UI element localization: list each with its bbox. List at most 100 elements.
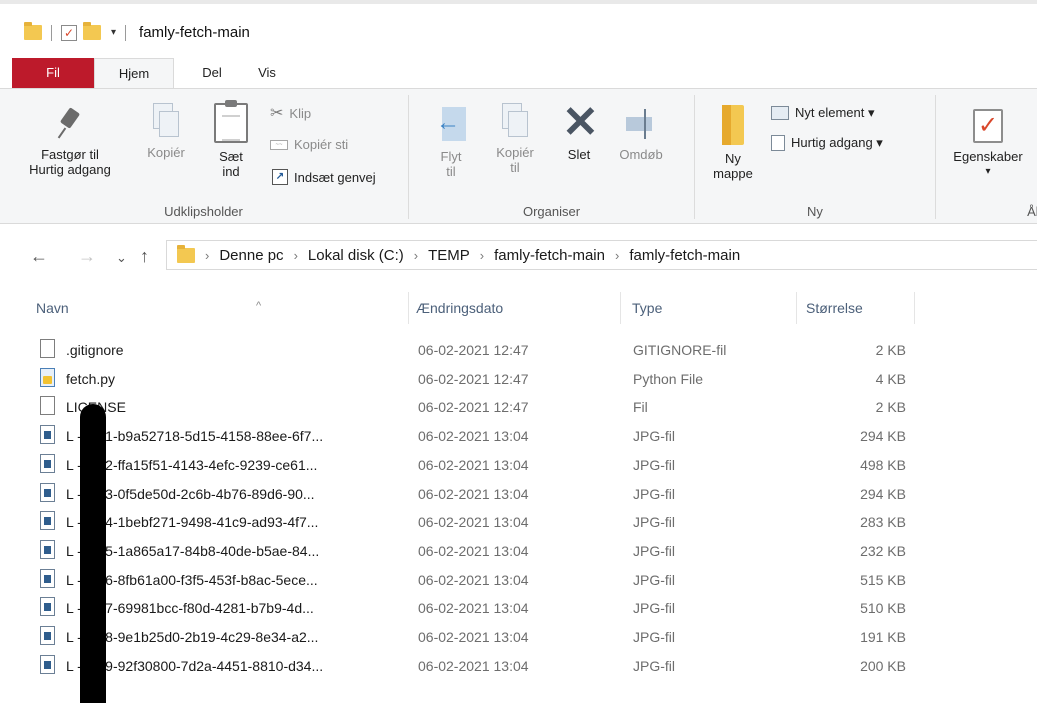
breadcrumb-separator-icon[interactable]: › [414,248,418,263]
pin-icon [55,107,85,141]
shortcut-icon: ↗ [272,169,288,185]
column-divider[interactable] [620,292,621,324]
move-to-icon [434,107,468,143]
organize-group-label: Organiser [522,204,581,219]
file-size: 232 KB [860,542,906,559]
file-row[interactable]: L -0006-8fb61a00-f3f5-453f-b8ac-5ece... 0… [0,566,1037,594]
file-row[interactable]: L -0008-9e1b25d0-2b19-4c29-8e34-a2... 06-… [0,623,1037,651]
column-header-name[interactable]: Navn ^ [36,288,406,328]
new-folder-button[interactable]: Ny mappe [709,105,757,181]
back-button[interactable]: ← [30,246,48,267]
window-title: famly-fetch-main [139,24,250,41]
file-row[interactable]: L -0007-69981bcc-f80d-4281-b7b9-4d... 06-… [0,594,1037,622]
breadcrumb-famly-fetch-main-current[interactable]: famly-fetch-main [629,247,740,264]
tab-share[interactable]: Del [182,58,242,88]
column-header-type[interactable]: Type [632,288,792,328]
breadcrumb-local-disk[interactable]: Lokal disk (C:) [308,247,404,264]
file-row[interactable]: L -0005-1a865a17-84b8-40de-b5ae-84... 06-… [0,537,1037,565]
file-date: 06-02-2021 12:47 [418,399,529,416]
file-type: GITIGNORE-fil [633,342,727,358]
tab-home[interactable]: Hjem [94,58,174,88]
breadcrumb-famly-fetch-main[interactable]: famly-fetch-main [494,247,605,264]
file-type: JPG-fil [633,571,675,588]
new-group: Ny mappe Nyt element ▾ Hurtig adgang ▾ N… [695,89,935,223]
paste-shortcut-button[interactable]: ↗ Indsæt genvej [272,169,376,185]
column-header-size[interactable]: Størrelse [806,288,906,328]
folder-icon [177,244,195,263]
copy-path-label: Kopiér sti [294,137,349,152]
file-type: JPG-fil [633,456,675,473]
file-date: 06-02-2021 13:04 [418,600,529,617]
file-size: 294 KB [860,428,906,445]
pin-to-quick-access-button[interactable]: Fastgør til Hurtig adgang [22,107,118,177]
file-date: 06-02-2021 12:47 [418,370,529,387]
file-row[interactable]: L -0001-b9a52718-5d15-4158-88ee-6f7... 06… [0,422,1037,450]
file-row[interactable]: .gitignore 06-02-2021 12:47 GITIGNORE-fil 2… [0,336,1037,364]
copy-to-button[interactable]: Kopiér til [489,103,541,175]
breadcrumb-separator-icon[interactable]: › [294,248,298,263]
file-row[interactable]: L -0004-1bebf271-9498-41c9-ad93-4f7... 06… [0,508,1037,536]
properties-checkmark-icon[interactable]: ✓ [61,24,77,41]
clipboard-group: Fastgør til Hurtig adgang Kopiér Sæt ind… [0,89,407,223]
file-type: Fil [633,399,648,416]
navigation-bar: ← → ⌄ ↑ › Denne pc › Lokal disk (C:) › T… [0,224,1037,284]
image-file-icon [40,425,55,445]
up-button[interactable]: ↑ [140,246,149,267]
properties-button[interactable]: ✓ Egenskaber ▾ [942,109,1034,179]
file-type: JPG-fil [633,428,675,445]
file-type: JPG-fil [633,542,675,559]
column-divider[interactable] [914,292,915,324]
file-row[interactable]: LICENSE06-02-2021 12:47Fil2 KB [0,393,1037,421]
column-divider[interactable] [408,292,409,324]
quick-access-toolbar: ✓ ▾ famly-fetch-main [24,22,250,41]
new-item-button[interactable]: Nyt element ▾ [771,105,875,121]
file-icon [40,339,55,358]
recent-locations-button[interactable]: ⌄ [116,250,127,266]
file-row[interactable]: L -0002-ffa15f51-4143-4efc-9239-ce61... 0… [0,451,1037,479]
paste-button[interactable]: Sæt ind [210,100,252,179]
image-file-icon [40,626,55,645]
breadcrumb-separator-icon[interactable]: › [205,248,209,263]
clipboard-group-label: Udklipsholder [164,204,243,219]
breadcrumb-separator-icon[interactable]: › [615,248,619,263]
breadcrumb-temp[interactable]: TEMP [428,247,470,264]
file-row[interactable]: L -0003-0f5de50d-2c6b-4b76-89d6-90... 06-… [0,480,1037,508]
image-file-icon [40,654,55,674]
move-to-button[interactable]: Flyt til [429,107,473,179]
column-divider[interactable] [796,292,797,324]
customize-toolbar-dropdown-icon[interactable]: ▾ [111,27,116,38]
file-row[interactable]: fetch.py 06-02-2021 12:47 Python File 4 KB [0,365,1037,393]
image-file-icon [40,453,55,473]
easy-access-label: Hurtig adgang ▾ [791,135,883,150]
cut-button[interactable]: ✂ Klip [270,103,311,123]
address-bar[interactable]: › Denne pc › Lokal disk (C:) › TEMP › fa… [166,240,1037,270]
breadcrumb-this-pc[interactable]: Denne pc [219,247,283,264]
file-row[interactable]: L -0009-92f30800-7d2a-4451-8810-d34... 06… [0,652,1037,680]
cut-label: Klip [289,105,312,121]
image-file-icon [40,539,55,559]
copy-path-button[interactable]: ~~ Kopiér sti [270,137,348,152]
delete-button[interactable]: ✕ Slet [557,98,601,163]
folder-icon [24,22,42,40]
breadcrumb-separator-icon[interactable]: › [480,248,484,263]
file-size: 200 KB [860,657,906,674]
rename-button[interactable]: Omdøb [613,105,669,162]
copy-label: Kopiér [147,145,185,160]
tab-view[interactable]: Vis [242,58,292,88]
tab-file[interactable]: Fil [12,58,94,88]
clipboard-icon [214,100,248,143]
forward-button[interactable]: → [78,246,96,267]
paste-shortcut-label: Indsæt genvej [294,169,376,185]
new-folder-icon[interactable] [83,22,101,40]
copy-button[interactable]: Kopiér [140,103,192,160]
file-type: Python File [633,370,704,387]
column-header-date[interactable]: Ændringsdato [416,288,616,328]
file-size: 294 KB [860,485,906,502]
file-size: 283 KB [860,514,906,531]
delete-icon: ✕ [562,98,599,147]
file-size: 4 KB [875,370,906,387]
image-file-icon [40,482,55,502]
easy-access-button[interactable]: Hurtig adgang ▾ [771,135,883,151]
new-folder-label: Ny mappe [713,151,753,181]
file-size: 498 KB [860,456,906,473]
